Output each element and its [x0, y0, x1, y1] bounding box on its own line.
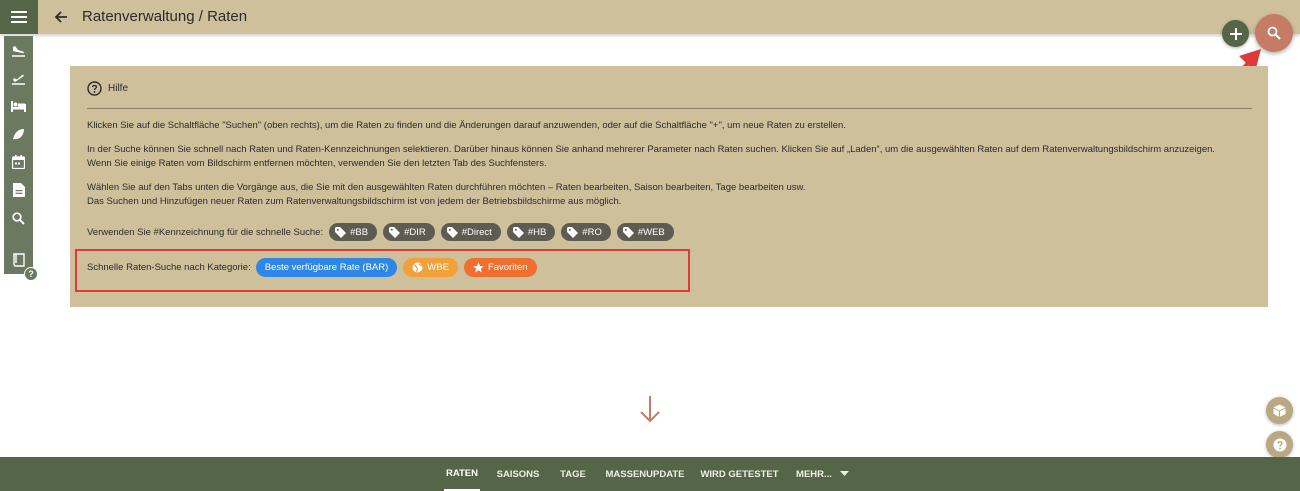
- nav-help-icon[interactable]: ?: [24, 267, 38, 281]
- search-icon: [1267, 26, 1281, 40]
- tag-chip-label: #WEB: [637, 226, 665, 238]
- tag-icon: [622, 226, 634, 238]
- menu-icon: [11, 11, 27, 23]
- category-chip-label: Favoriten: [487, 262, 528, 273]
- tag-icon: [512, 226, 524, 238]
- tag-search-label: Verwenden Sie #Kennzeichnung für die sch…: [87, 226, 324, 238]
- tag-chip-label: #RO: [582, 226, 602, 238]
- tab-tage[interactable]: TAGE: [558, 457, 588, 491]
- help-header: Hilfe: [87, 81, 128, 96]
- box-icon: [1273, 404, 1286, 417]
- category-chip-favorites[interactable]: Favoriten: [463, 258, 537, 277]
- app-root: Ratenverwaltung / Raten ? Hilfe Klicken …: [0, 0, 1300, 491]
- back-button[interactable]: [50, 6, 72, 28]
- tag-search-row: Verwenden Sie #Kennzeichnung für die sch…: [87, 223, 680, 241]
- search-icon: [12, 211, 25, 225]
- document-icon: [12, 183, 25, 197]
- tutorial-button[interactable]: [1266, 397, 1293, 424]
- tab-massenupdate[interactable]: MASSENUPDATE: [603, 457, 687, 491]
- help-panel: Hilfe Klicken Sie auf die Schaltfläche "…: [70, 66, 1268, 307]
- arrow-down-icon: [640, 396, 660, 423]
- tag-icon: [567, 226, 579, 238]
- top-bar: Ratenverwaltung / Raten: [0, 0, 1300, 34]
- nav-calendar[interactable]: [4, 148, 33, 176]
- nav-wellness[interactable]: [4, 120, 33, 148]
- help-divider: [87, 108, 1252, 109]
- tag-chip-label: #Direct: [461, 226, 492, 238]
- help-circle-icon: [87, 81, 102, 96]
- tag-chip-direct[interactable]: #Direct: [440, 223, 501, 241]
- tab-saisons[interactable]: SAISONS: [494, 457, 542, 491]
- category-search-label: Schnelle Raten-Suche nach Kategorie:: [87, 262, 251, 273]
- menu-button[interactable]: [0, 0, 38, 34]
- tag-chip-dir[interactable]: #DIR: [383, 223, 435, 241]
- nav-rooms[interactable]: [4, 92, 33, 120]
- tag-chip-label: #DIR: [404, 226, 426, 238]
- tab-raten[interactable]: RATEN: [444, 457, 480, 491]
- tag-icon: [335, 226, 347, 238]
- bed-icon: [11, 100, 26, 112]
- plus-icon: [1229, 27, 1242, 40]
- nav-search[interactable]: [4, 204, 33, 232]
- nav-departures[interactable]: [4, 64, 33, 92]
- help-paragraph-1: Klicken Sie auf die Schaltfläche "Suchen…: [87, 120, 846, 131]
- globe-icon: [412, 262, 423, 273]
- chevron-down-icon[interactable]: [840, 471, 849, 477]
- help-paragraph-3: Wenn Sie einige Raten vom Bildschirm ent…: [87, 158, 547, 169]
- category-chip-label: WBE: [427, 262, 449, 273]
- tag-chip-label: #BB: [350, 226, 369, 238]
- help-button[interactable]: [1266, 431, 1293, 458]
- tag-chip-hb[interactable]: #HB: [506, 223, 556, 241]
- star-icon: [473, 262, 484, 273]
- tag-chip-ro[interactable]: #RO: [561, 223, 611, 241]
- help-paragraph-5: Das Suchen und Hinzufügen neuer Raten zu…: [87, 196, 622, 207]
- tab-mehr[interactable]: MEHR...: [794, 457, 834, 491]
- tag-icon: [446, 226, 458, 238]
- bottom-tab-bar: RATEN SAISONS TAGE MASSENUPDATE WIRD GET…: [0, 457, 1300, 491]
- category-chip-label: Beste verfügbare Rate (BAR): [264, 262, 389, 273]
- add-rate-button[interactable]: [1222, 20, 1249, 47]
- category-search-row: Schnelle Raten-Suche nach Kategorie: Bes…: [87, 258, 543, 277]
- book-icon: [12, 253, 25, 267]
- flight-land-icon: [12, 45, 25, 57]
- tag-chip-label: #HB: [527, 226, 547, 238]
- tab-wird-getestet[interactable]: WIRD GETESTET: [700, 457, 779, 491]
- help-paragraph-2: In der Suche können Sie schnell nach Rat…: [87, 144, 1216, 155]
- nav-arrivals[interactable]: [4, 36, 33, 64]
- left-nav: [4, 36, 33, 274]
- leaf-icon: [13, 128, 24, 140]
- tag-icon: [389, 226, 401, 238]
- help-title: Hilfe: [108, 83, 129, 94]
- tag-chip-web[interactable]: #WEB: [616, 223, 674, 241]
- flight-takeoff-icon: [12, 74, 25, 85]
- help-paragraph-4: Wählen Sie auf den Tabs unten die Vorgän…: [87, 182, 806, 193]
- category-chip-wbe[interactable]: WBE: [403, 258, 458, 277]
- category-chip-bar[interactable]: Beste verfügbare Rate (BAR): [255, 258, 398, 277]
- tag-chip-bb[interactable]: #BB: [329, 223, 378, 241]
- arrow-back-icon: [54, 11, 67, 23]
- calendar-icon: [12, 155, 25, 169]
- page-title: Ratenverwaltung / Raten: [82, 8, 248, 25]
- help-icon: [1273, 438, 1286, 451]
- nav-documents[interactable]: [4, 176, 33, 204]
